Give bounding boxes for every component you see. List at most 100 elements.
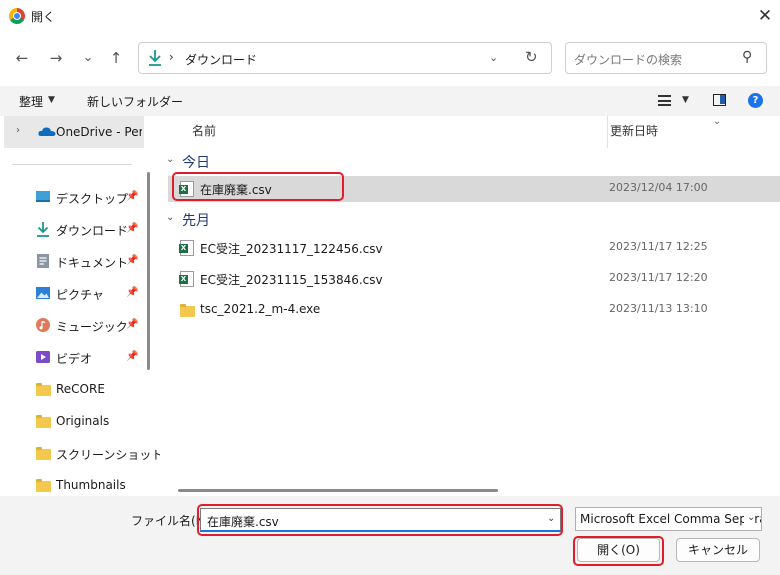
onedrive-cloud-icon: [38, 127, 56, 136]
window-title: 開く: [31, 10, 56, 24]
sidebar-item-originals[interactable]: Originals: [0, 410, 144, 434]
sidebar-item-label: デスクトップ: [56, 192, 129, 206]
sidebar-scrollbar[interactable]: [147, 172, 150, 370]
preview-pane-icon[interactable]: [713, 94, 726, 106]
folder-icon: [180, 304, 195, 317]
dialog-footer: ファイル名(N): 在庫廃棄.csv ⌄ Microsoft Excel Com…: [0, 496, 780, 575]
open-button[interactable]: 開く(O): [577, 538, 660, 562]
search-icon[interactable]: ⚲: [742, 49, 752, 65]
sidebar-item-label: Thumbnails: [56, 478, 126, 492]
view-options-caret-icon[interactable]: ▼: [682, 95, 689, 105]
sidebar-item-documents[interactable]: ドキュメント 📌: [0, 250, 144, 274]
sidebar-item-label: Originals: [56, 414, 110, 428]
refresh-icon[interactable]: ↻: [525, 48, 538, 66]
excel-csv-icon: [179, 240, 194, 256]
chevron-down-icon[interactable]: ⌄: [489, 51, 498, 64]
sidebar-item-label: ドキュメント: [56, 256, 129, 270]
pin-icon: 📌: [126, 255, 139, 266]
sidebar-item-downloads[interactable]: ダウンロード 📌: [0, 218, 144, 242]
sidebar-item-onedrive-label: OneDrive - Personal: [56, 125, 142, 139]
video-icon: [36, 351, 50, 363]
sidebar-item-label: ダウンロード: [56, 224, 129, 238]
column-header-name[interactable]: 名前: [192, 122, 216, 139]
file-row[interactable]: EC受注_20231115_153846.csv 2023/11/17 12:2…: [168, 266, 780, 292]
recent-locations-chevron-icon[interactable]: ⌄: [76, 46, 100, 70]
organize-button[interactable]: 整理: [19, 93, 43, 110]
help-icon[interactable]: ?: [748, 93, 763, 108]
file-modified: 2023/11/17 12:25: [609, 240, 708, 253]
folder-icon: [36, 479, 51, 492]
pin-icon: 📌: [126, 319, 139, 330]
search-box[interactable]: ダウンロードの検索 ⚲: [565, 42, 767, 74]
document-icon: [37, 254, 49, 268]
group-header-last-month[interactable]: 先月: [182, 210, 210, 230]
file-name: tsc_2021.2_m-4.exe: [200, 302, 321, 316]
back-arrow-icon[interactable]: ←: [10, 46, 34, 70]
navigation-pane: › OneDrive - Personal デスクトップ 📌 ダウンロード 📌 …: [0, 116, 163, 496]
file-name: EC受注_20231115_153846.csv: [200, 273, 383, 287]
file-name: 在庫廃棄.csv: [200, 183, 272, 197]
horizontal-scrollbar[interactable]: [178, 489, 498, 492]
file-name: EC受注_20231117_122456.csv: [200, 242, 383, 256]
address-bar[interactable]: › ダウンロード ⌄ ↻: [138, 42, 552, 74]
chevron-right-icon[interactable]: ›: [16, 125, 20, 136]
breadcrumb-separator: ›: [169, 50, 174, 64]
excel-csv-icon: [179, 181, 194, 197]
download-icon: [149, 50, 161, 66]
breadcrumb-downloads[interactable]: ダウンロード: [185, 51, 257, 68]
sidebar-item-label: ピクチャ: [56, 288, 104, 302]
filename-input[interactable]: 在庫廃棄.csv ⌄: [200, 508, 561, 532]
filename-value[interactable]: 在庫廃棄.csv: [207, 513, 279, 530]
sidebar-item-thumbnails[interactable]: Thumbnails: [0, 474, 144, 496]
sidebar-item-label: ミュージック: [56, 320, 128, 334]
close-button[interactable]: ✕: [752, 3, 778, 29]
file-modified: 2023/12/04 17:00: [609, 181, 708, 194]
sidebar-item-onedrive[interactable]: › OneDrive - Personal: [4, 116, 144, 148]
folder-icon: [36, 383, 51, 396]
up-arrow-icon[interactable]: ↑: [104, 46, 128, 70]
cancel-button[interactable]: キャンセル: [676, 538, 760, 562]
sidebar-divider: [12, 164, 132, 165]
sidebar-item-videos[interactable]: ビデオ 📌: [0, 346, 144, 370]
organize-caret-icon[interactable]: ▼: [48, 95, 55, 105]
sort-chevron-icon: ⌄: [713, 116, 722, 127]
chevron-down-icon[interactable]: ⌄: [166, 212, 174, 223]
file-list: 名前 更新日時 ⌄ ⌄ 今日 在庫廃棄.csv 2023/12/04 17:00…: [160, 116, 780, 496]
forward-arrow-icon[interactable]: →: [44, 46, 68, 70]
folder-icon: [36, 415, 51, 428]
pictures-icon: [36, 287, 50, 299]
view-options-icon[interactable]: [658, 95, 671, 106]
file-row[interactable]: EC受注_20231117_122456.csv 2023/11/17 12:2…: [168, 235, 780, 261]
chevron-down-icon[interactable]: ⌄: [166, 154, 174, 165]
new-folder-button[interactable]: 新しいフォルダー: [87, 93, 183, 110]
command-bar: 整理 ▼ 新しいフォルダー ▼ ?: [0, 86, 780, 116]
chevron-down-icon[interactable]: ⌄: [744, 512, 756, 523]
chevron-down-icon[interactable]: ⌄: [547, 513, 555, 524]
sidebar-item-label: スクリーンショット: [56, 448, 164, 462]
download-icon: [37, 222, 49, 237]
pin-icon: 📌: [126, 191, 139, 202]
file-modified: 2023/11/13 13:10: [609, 302, 708, 315]
file-row[interactable]: tsc_2021.2_m-4.exe 2023/11/13 13:10: [168, 297, 780, 323]
chrome-logo-icon: [9, 8, 25, 24]
group-header-today[interactable]: 今日: [182, 152, 210, 172]
sidebar-item-desktop[interactable]: デスクトップ 📌: [0, 186, 144, 210]
sidebar-item-screenshots[interactable]: スクリーンショット: [0, 442, 163, 466]
sidebar-item-pictures[interactable]: ピクチャ 📌: [0, 282, 144, 306]
file-modified: 2023/11/17 12:20: [609, 271, 708, 284]
folder-icon: [36, 447, 51, 460]
filetype-select[interactable]: Microsoft Excel Comma Separated Values F…: [575, 507, 762, 531]
excel-csv-icon: [179, 271, 194, 287]
column-header-modified[interactable]: 更新日時: [610, 122, 658, 139]
desktop-icon: [36, 191, 50, 202]
pin-icon: 📌: [126, 351, 139, 362]
sidebar-item-recore[interactable]: ReCORE: [0, 378, 144, 402]
search-placeholder[interactable]: ダウンロードの検索: [574, 51, 682, 68]
sidebar-item-label: ReCORE: [56, 382, 105, 396]
column-divider[interactable]: [607, 116, 608, 148]
music-icon: [36, 318, 50, 332]
file-row[interactable]: 在庫廃棄.csv 2023/12/04 17:00: [168, 176, 780, 202]
filetype-value[interactable]: Microsoft Excel Comma Separated Values F…: [580, 512, 761, 526]
sidebar-item-music[interactable]: ミュージック 📌: [0, 314, 144, 338]
pin-icon: 📌: [126, 223, 139, 234]
